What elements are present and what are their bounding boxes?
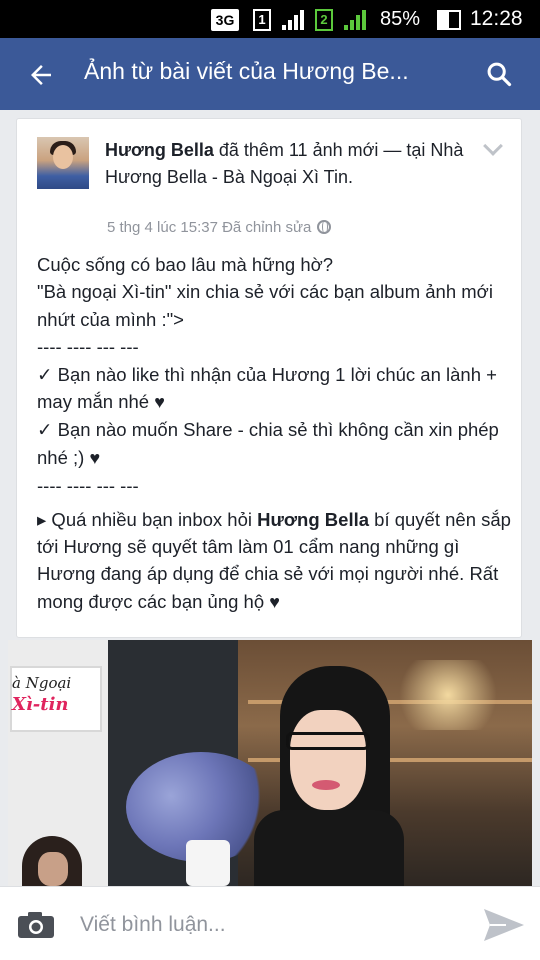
post-line: ✓ Bạn nào muốn Share - chia sẻ thì không…: [37, 416, 517, 472]
sim2-indicator: 2: [315, 9, 333, 31]
chevron-down-icon[interactable]: [483, 136, 503, 156]
avatar[interactable]: [37, 137, 89, 189]
comment-bar: [0, 886, 540, 960]
comment-input[interactable]: [80, 908, 460, 942]
post-card: Hương Bella đã thêm 11 ảnh mới — tại Nhà…: [16, 118, 522, 638]
signal-bars-icon: [344, 10, 368, 30]
heart-icon: ♥: [154, 392, 165, 413]
camera-icon[interactable]: [17, 911, 55, 939]
heart-icon: ♥: [89, 447, 101, 468]
author-name[interactable]: Hương Bella: [105, 140, 214, 160]
heart-icon: ♥: [269, 591, 280, 612]
author-mention[interactable]: Hương Bella: [257, 509, 369, 530]
sim1-indicator: 1: [253, 9, 271, 31]
search-icon[interactable]: [485, 60, 513, 88]
arrow-left-icon[interactable]: [26, 60, 56, 90]
post-timestamp[interactable]: 5 thg 4 lúc 15:37 Đã chỉnh sửa: [107, 219, 311, 236]
post-header: Hương Bella đã thêm 11 ảnh mới — tại Nhà…: [105, 137, 465, 191]
page-title: Ảnh từ bài viết của Hương Be...: [84, 58, 409, 84]
clock: 12:28: [470, 7, 523, 30]
post-line: Cuộc sống có bao lâu mà hững hờ?: [37, 254, 334, 275]
post-body: Cuộc sống có bao lâu mà hững hờ? "Bà ngo…: [37, 251, 517, 616]
app-bar: Ảnh từ bài viết của Hương Be...: [0, 38, 540, 110]
status-bar: 3G 1 2 85% 12:28: [0, 0, 540, 38]
battery-percent: 85%: [380, 8, 421, 30]
signal-bars-icon: [282, 10, 306, 30]
post-line: ▸ Quá nhiều bạn inbox hỏi Hương Bella bí…: [37, 506, 517, 617]
post-separator: ---- ---- --- ---: [37, 336, 139, 358]
post-line: ✓ Bạn nào like thì nhận của Hương 1 lời …: [37, 361, 517, 417]
post-line: "Bà ngoại Xì-tin" xin chia sẻ với các bạ…: [37, 281, 493, 330]
post-separator: ---- ---- --- ---: [37, 475, 139, 497]
send-icon[interactable]: [482, 907, 526, 943]
network-type: 3G: [211, 9, 239, 31]
post-meta: 5 thg 4 lúc 15:37 Đã chỉnh sửa: [107, 219, 332, 236]
post-photo[interactable]: à Ngoại Xì-tin: [8, 640, 532, 886]
globe-icon: [317, 220, 332, 234]
battery-icon: [437, 10, 461, 30]
photo-sign-text: à Ngoại Xì-tin: [12, 674, 72, 715]
